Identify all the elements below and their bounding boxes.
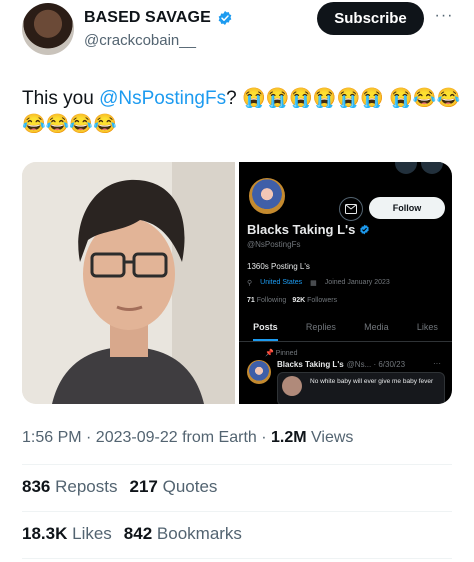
divider	[22, 511, 452, 512]
divider	[22, 464, 452, 465]
screenshot-tab-replies: Replies	[305, 322, 336, 332]
bookmarks-count: 842	[123, 524, 153, 543]
more-options-icon[interactable]: ···	[431, 8, 457, 24]
bookmarks-stat[interactable]: 842 Bookmarks	[124, 524, 242, 544]
stats-row-likes: 18.3K Likes 842 Bookmarks	[22, 524, 242, 544]
calendar-icon: ▦	[310, 280, 317, 287]
screenshot-display-name: Blacks Taking L's	[247, 222, 370, 237]
screenshot-joined: Joined January 2023	[324, 279, 390, 286]
reposts-stat[interactable]: 836 Reposts	[22, 477, 117, 497]
bookmarks-label: Bookmarks	[156, 524, 242, 543]
screenshot-follow-counts: 71 Following 92K Followers	[247, 297, 337, 304]
screenshot-tab-posts: Posts	[253, 320, 278, 341]
likes-count: 18.3K	[22, 524, 68, 543]
author-name-row: BASED SAVAGE	[84, 9, 233, 27]
screenshot-pinned: 📌 Pinned	[265, 349, 297, 357]
pinned-label: Pinned	[275, 350, 298, 357]
screenshot-followers-label: Followers	[307, 297, 338, 304]
reposts-count: 836	[22, 477, 51, 496]
screenshot-top-icon	[395, 162, 417, 174]
screenshot-tab-media: Media	[364, 322, 389, 332]
likes-stat[interactable]: 18.3K Likes	[22, 524, 112, 544]
tweet-media[interactable]: Follow Blacks Taking L's @NsPostingFs 13…	[22, 162, 452, 404]
profile-screenshot[interactable]: Follow Blacks Taking L's @NsPostingFs 13…	[239, 162, 452, 404]
mention-link[interactable]: @NsPostingFs	[99, 88, 226, 109]
quotes-count: 217	[129, 477, 158, 496]
screenshot-post-meta: @Ns... · 6/30/23	[346, 360, 406, 369]
screenshot-tab-likes: Likes	[416, 322, 438, 332]
screenshot-quoted-post: No white baby will ever give me baby fev…	[277, 372, 445, 404]
screenshot-bio: 1360s Posting L's	[247, 262, 310, 271]
screenshot-top-icon	[421, 162, 443, 174]
tweet-text-prefix: This you	[22, 88, 100, 109]
author-display-name[interactable]: BASED SAVAGE	[84, 9, 211, 27]
mail-icon	[339, 197, 363, 221]
quoted-post-text: No white baby will ever give me baby fev…	[310, 378, 434, 385]
person-photo[interactable]	[22, 162, 235, 404]
verified-badge-icon	[218, 11, 232, 25]
author-avatar[interactable]	[22, 3, 74, 55]
screenshot-post-avatar	[247, 360, 271, 384]
screenshot-tabs: Posts Replies Media Likes	[239, 320, 452, 342]
screenshot-handle: @NsPostingFs	[247, 240, 301, 249]
tweet-header: BASED SAVAGE @crackcobain__ Subscribe ··…	[0, 0, 474, 64]
likes-label: Likes	[72, 524, 112, 543]
screenshot-post-header: Blacks Taking L's @Ns... · 6/30/23	[277, 360, 405, 369]
quotes-stat[interactable]: 217 Quotes	[129, 477, 217, 497]
pin-icon: 📌	[265, 350, 274, 357]
screenshot-following-count: 71	[247, 297, 255, 304]
verified-badge-icon	[360, 224, 370, 235]
tweet-text: This you @NsPostingFs? 😭😭😭😭😭😭 😭😂😂😂😂😂😂	[22, 86, 462, 138]
stats-row-reposts: 836 Reposts 217 Quotes	[22, 477, 217, 497]
screenshot-post-name: Blacks Taking L's	[277, 360, 344, 369]
screenshot-post-more-icon: ···	[433, 359, 441, 368]
location-icon: ⚲	[247, 280, 253, 287]
quotes-label: Quotes	[162, 477, 218, 496]
tweet-timestamp[interactable]: 1:56 PM · 2023-09-22 from Earth ·	[22, 429, 271, 446]
screenshot-avatar	[247, 176, 287, 216]
screenshot-follow-button: Follow	[369, 197, 445, 219]
screenshot-location: United States	[260, 279, 303, 286]
screenshot-name-text: Blacks Taking L's	[247, 222, 356, 237]
author-handle[interactable]: @crackcobain__	[84, 32, 196, 49]
views-label: Views	[306, 429, 354, 446]
views-count: 1.2M	[271, 429, 307, 446]
subscribe-button[interactable]: Subscribe	[317, 2, 424, 35]
quoted-post-thumbnail	[282, 376, 302, 396]
screenshot-meta: ⚲ United States ▦ Joined January 2023	[247, 279, 390, 287]
divider	[22, 558, 452, 559]
tweet-timestamp-row: 1:56 PM · 2023-09-22 from Earth · 1.2M V…	[22, 429, 353, 447]
person-photo-illustration	[22, 162, 235, 404]
screenshot-followers-count: 92K	[292, 297, 306, 304]
screenshot-following-label: Following	[256, 297, 287, 304]
reposts-label: Reposts	[55, 477, 118, 496]
